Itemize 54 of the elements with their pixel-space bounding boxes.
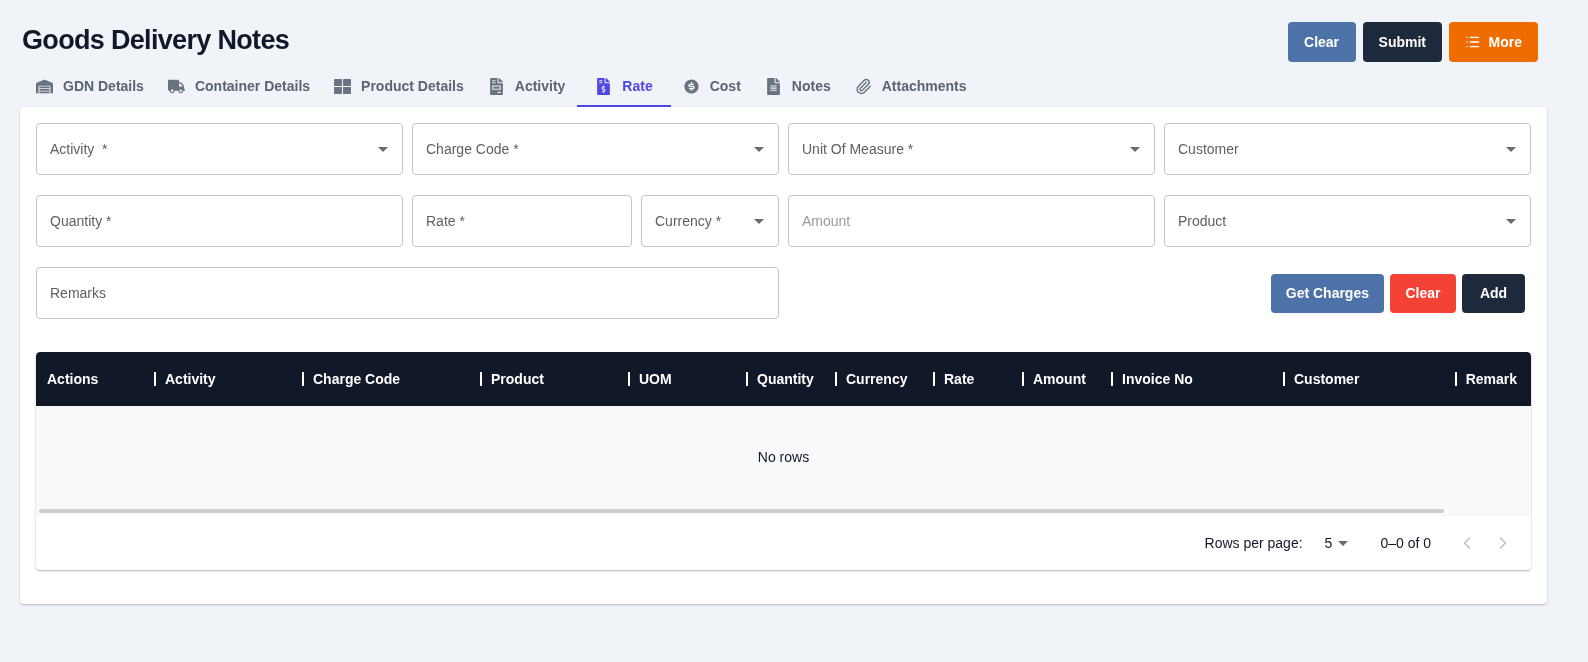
tab[interactable]: GDN Details [24,68,156,107]
grid-icon [334,78,352,95]
document-icon [764,78,782,95]
column-header[interactable]: Activity [165,368,216,390]
tab[interactable]: Cost [670,68,753,107]
select-field[interactable]: Unit Of Measure * [788,123,1155,175]
paperclip-icon [854,78,872,95]
truck-icon [167,78,185,95]
dollar-document-icon [595,78,613,95]
horizontal-scrollbar[interactable] [39,509,1444,513]
select-field[interactable]: Customer [1164,123,1531,175]
list-icon [1465,34,1481,50]
column-header[interactable]: UOM [639,368,672,390]
column-header[interactable]: Charge Code [313,368,401,390]
column-header[interactable]: Quantity [757,368,814,390]
document-icon [487,78,505,95]
column-header[interactable]: Currency [846,368,908,390]
page-title: Goods Delivery Notes [22,24,290,57]
form-button[interactable]: Get Charges [1270,273,1384,313]
form-button[interactable]: Clear [1390,273,1456,313]
column-header[interactable]: Product [491,368,544,390]
tab[interactable]: Activity [475,68,578,107]
dropdown-caret-icon [1506,147,1516,152]
column-header[interactable]: Remark [1465,368,1517,390]
dropdown-caret-icon [754,147,764,152]
input-field[interactable]: Rate * [412,195,632,247]
rows-per-page-select[interactable]: 5 [1324,532,1349,554]
select-field[interactable]: Charge Code * [412,123,779,175]
tab[interactable]: Notes [752,68,843,107]
header-button[interactable]: Submit [1362,22,1442,62]
rows-per-page-label: Rows per page: [1204,533,1303,553]
empty-message: No rows [757,448,810,467]
select-field[interactable]: Product [1164,195,1531,247]
dropdown-caret-icon [754,219,764,224]
column-header[interactable]: Customer [1294,368,1360,390]
dropdown-caret-icon [1338,540,1349,546]
dropdown-caret-icon [378,147,388,152]
tab[interactable]: Container Details [155,68,323,107]
column-header[interactable]: Rate [944,368,975,390]
form-button[interactable]: Add [1462,273,1525,313]
select-field[interactable]: Activity * [36,123,403,175]
tab[interactable]: Attachments [842,68,979,107]
input-field[interactable]: Quantity * [36,195,403,247]
column-header[interactable]: Amount [1033,368,1086,390]
page-range: 0–0 of 0 [1380,533,1431,553]
header-button[interactable]: Clear [1287,22,1356,62]
dropdown-caret-icon [1130,147,1140,152]
column-header[interactable]: Invoice No [1122,368,1193,390]
tab[interactable]: Product Details [322,68,476,107]
select-field[interactable]: Currency * [641,195,779,247]
warehouse-icon [36,78,53,95]
column-header[interactable]: Actions [47,368,99,390]
input-field[interactable]: Remarks [36,267,779,319]
dropdown-caret-icon [1506,219,1516,224]
